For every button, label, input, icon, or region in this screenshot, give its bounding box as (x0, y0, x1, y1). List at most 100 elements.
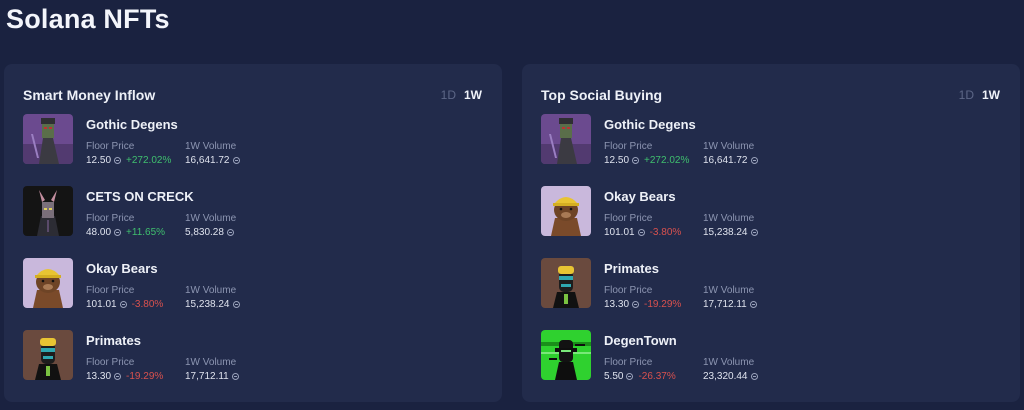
floor-price-label: Floor Price (86, 213, 135, 224)
floor-price-value-row: 48.00 +11.65% (86, 227, 185, 238)
volume-stat: 1W Volume 15,238.24 (185, 285, 284, 310)
volume-value: 5,830.28 (185, 227, 224, 238)
volume-label: 1W Volume (185, 141, 237, 152)
volume-label: 1W Volume (185, 357, 237, 368)
collection-item[interactable]: Primates Floor Price 13.30 -19.29% 1W Vo… (23, 330, 482, 402)
price-change: -26.37% (638, 371, 676, 382)
price-change: -3.80% (131, 299, 164, 310)
volume-value-row: 15,238.24 (185, 299, 284, 310)
collection-name[interactable]: Okay Bears (86, 261, 284, 279)
collection-item[interactable]: Okay Bears Floor Price 101.01 -3.80% 1W … (541, 186, 1000, 258)
floor-price-value-row: 5.50 -26.37% (604, 371, 703, 382)
volume-stat: 1W Volume 15,238.24 (703, 213, 802, 238)
collection-name[interactable]: Okay Bears (604, 189, 802, 207)
range-1d-button[interactable]: 1D (959, 88, 974, 102)
collection-stats: Floor Price 5.50 -26.37% 1W Volume 23,32… (604, 357, 802, 382)
floor-price-value-row: 101.01 -3.80% (604, 227, 703, 238)
collection-name[interactable]: DegenTown (604, 333, 802, 351)
floor-price-value-row: 12.50 +272.02% (604, 155, 703, 166)
collection-list: Gothic Degens Floor Price 12.50 +272.02%… (541, 114, 1000, 402)
collection-name[interactable]: CETS ON CRECK (86, 189, 284, 207)
collection-thumbnail (23, 258, 73, 308)
sol-icon (231, 373, 239, 380)
floor-price-stat: Floor Price 5.50 -26.37% (604, 357, 703, 382)
range-1w-button[interactable]: 1W (982, 88, 1000, 102)
price-change: +272.02% (644, 155, 690, 166)
floor-price-value: 101.01 (86, 299, 117, 310)
floor-price-value-row: 13.30 -19.29% (604, 299, 703, 310)
volume-value-row: 17,712.11 (185, 371, 284, 382)
floor-price-stat: Floor Price 13.30 -19.29% (86, 357, 185, 382)
volume-stat: 1W Volume 23,320.44 (703, 357, 802, 382)
collection-thumbnail (23, 186, 73, 236)
volume-label: 1W Volume (703, 213, 755, 224)
panel-title: Smart Money Inflow (23, 87, 156, 103)
volume-stat: 1W Volume 17,712.11 (185, 357, 284, 382)
panel-header: Top Social Buying 1D 1W (541, 85, 1000, 105)
volume-label: 1W Volume (703, 141, 755, 152)
collection-name[interactable]: Gothic Degens (86, 117, 284, 135)
floor-price-value-row: 101.01 -3.80% (86, 299, 185, 310)
sol-icon (750, 229, 758, 236)
volume-value-row: 15,238.24 (703, 227, 802, 238)
floor-price-value: 13.30 (604, 299, 630, 310)
volume-label: 1W Volume (185, 213, 237, 224)
volume-label: 1W Volume (185, 285, 237, 296)
collection-thumbnail (23, 114, 73, 164)
sol-icon (232, 157, 240, 164)
collection-stats: Floor Price 13.30 -19.29% 1W Volume 17,7… (604, 285, 802, 310)
price-change: -19.29% (644, 299, 682, 310)
floor-price-value: 12.50 (604, 155, 630, 166)
price-change: -3.80% (649, 227, 682, 238)
collection-name[interactable]: Gothic Degens (604, 117, 802, 135)
sol-icon (119, 301, 127, 308)
collection-item[interactable]: DegenTown Floor Price 5.50 -26.37% 1W Vo… (541, 330, 1000, 402)
collection-name[interactable]: Primates (604, 261, 802, 279)
floor-price-stat: Floor Price 12.50 +272.02% (604, 141, 703, 166)
collection-stats: Floor Price 48.00 +11.65% 1W Volume 5,83… (86, 213, 284, 238)
sol-icon (637, 229, 645, 236)
collection-item[interactable]: CETS ON CRECK Floor Price 48.00 +11.65% … (23, 186, 482, 258)
floor-price-label: Floor Price (604, 285, 653, 296)
volume-stat: 1W Volume 5,830.28 (185, 213, 284, 238)
volume-value-row: 5,830.28 (185, 227, 284, 238)
collection-info: Gothic Degens Floor Price 12.50 +272.02%… (86, 114, 284, 166)
top-social-buying-panel: Top Social Buying 1D 1W Gothic Degens Fl… (522, 64, 1020, 402)
collection-thumbnail (541, 186, 591, 236)
floor-price-stat: Floor Price 48.00 +11.65% (86, 213, 185, 238)
sol-icon (114, 229, 122, 236)
collection-item[interactable]: Okay Bears Floor Price 101.01 -3.80% 1W … (23, 258, 482, 330)
collection-info: Gothic Degens Floor Price 12.50 +272.02%… (604, 114, 802, 166)
collection-name[interactable]: Primates (86, 333, 284, 351)
volume-value: 23,320.44 (703, 371, 748, 382)
volume-value-row: 16,641.72 (703, 155, 802, 166)
floor-price-label: Floor Price (86, 285, 135, 296)
range-toggle: 1D 1W (441, 88, 482, 102)
collection-stats: Floor Price 101.01 -3.80% 1W Volume 15,2… (604, 213, 802, 238)
volume-stat: 1W Volume 17,712.11 (703, 285, 802, 310)
floor-price-stat: Floor Price 101.01 -3.80% (86, 285, 185, 310)
volume-value: 17,712.11 (185, 371, 229, 382)
volume-value-row: 16,641.72 (185, 155, 284, 166)
range-1d-button[interactable]: 1D (441, 88, 456, 102)
collection-item[interactable]: Gothic Degens Floor Price 12.50 +272.02%… (541, 114, 1000, 186)
sol-icon (750, 157, 758, 164)
page-title: Solana NFTs (6, 4, 170, 34)
collection-thumbnail (541, 258, 591, 308)
volume-label: 1W Volume (703, 285, 755, 296)
price-change: -19.29% (126, 371, 164, 382)
volume-value: 15,238.24 (185, 299, 230, 310)
floor-price-value: 12.50 (86, 155, 112, 166)
collection-item[interactable]: Gothic Degens Floor Price 12.50 +272.02%… (23, 114, 482, 186)
floor-price-value-row: 13.30 -19.29% (86, 371, 185, 382)
floor-price-value: 5.50 (604, 371, 624, 382)
collection-item[interactable]: Primates Floor Price 13.30 -19.29% 1W Vo… (541, 258, 1000, 330)
volume-value: 16,641.72 (703, 155, 748, 166)
sol-icon (749, 301, 757, 308)
sol-icon (232, 301, 240, 308)
floor-price-stat: Floor Price 13.30 -19.29% (604, 285, 703, 310)
panel-title: Top Social Buying (541, 87, 663, 103)
collection-info: CETS ON CRECK Floor Price 48.00 +11.65% … (86, 186, 284, 238)
floor-price-value-row: 12.50 +272.02% (86, 155, 185, 166)
range-1w-button[interactable]: 1W (464, 88, 482, 102)
